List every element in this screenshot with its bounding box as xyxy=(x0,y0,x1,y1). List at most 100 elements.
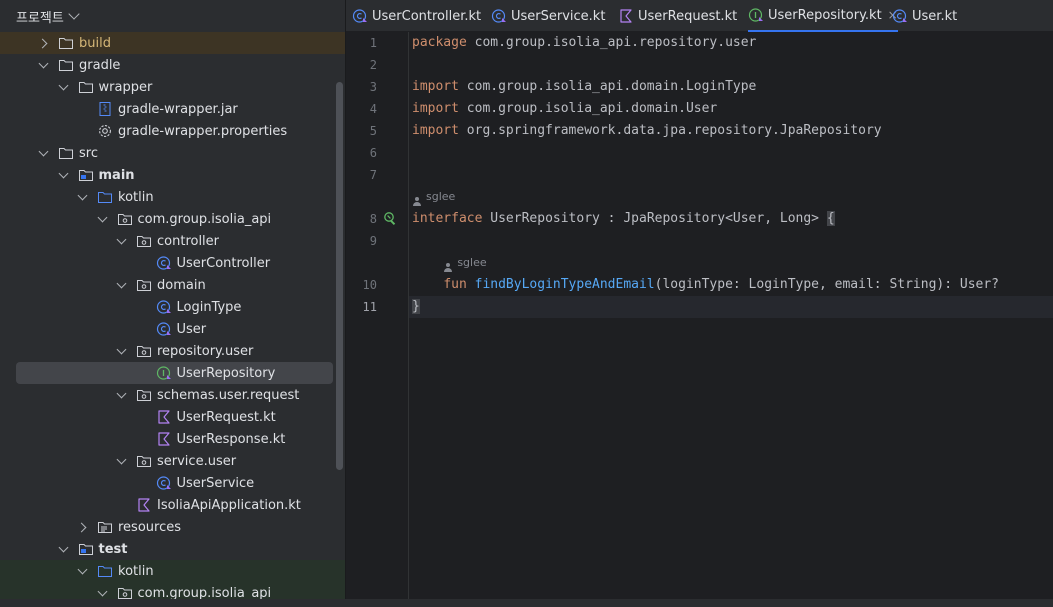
tree-item[interactable]: domain xyxy=(0,274,345,296)
kotlin-file-icon xyxy=(136,497,152,513)
tree-arrow-space xyxy=(116,494,128,516)
kotlin-file-icon xyxy=(156,409,172,425)
folder-icon xyxy=(58,145,74,161)
tree-item[interactable]: UserRequest.kt xyxy=(0,406,345,428)
tree-item[interactable]: service.user xyxy=(0,450,345,472)
tree-item[interactable]: gradle xyxy=(0,54,345,76)
code-text: com.group.isolia_api.domain.LoginType xyxy=(458,79,757,94)
tree-item[interactable]: src xyxy=(0,142,345,164)
package-icon xyxy=(136,453,152,469)
author-name: sglee xyxy=(426,190,456,203)
tree-item-label: UserService xyxy=(176,475,255,491)
chevron-down-icon[interactable] xyxy=(116,230,128,252)
code-text: org.springframework.data.jpa.repository.… xyxy=(458,123,882,138)
tree-item-label: UserResponse.kt xyxy=(176,431,286,447)
tab-usercontroller-kt[interactable]: UserController.kt xyxy=(352,0,481,32)
tree-arrow-space xyxy=(136,406,148,428)
chevron-down-icon[interactable] xyxy=(68,8,80,20)
tree-item[interactable]: kotlin xyxy=(0,560,345,582)
project-panel-title[interactable]: 프로젝트 xyxy=(16,7,64,26)
tree-item[interactable]: wrapper xyxy=(0,76,345,98)
tree-item[interactable]: com.group.isolia_api xyxy=(0,208,345,230)
kotlin-class-icon xyxy=(156,321,172,337)
chevron-down-icon[interactable] xyxy=(77,186,89,208)
code-line: import org.springframework.data.jpa.repo… xyxy=(412,120,882,142)
chevron-down-icon[interactable] xyxy=(38,142,50,164)
jar-file-icon xyxy=(97,101,113,117)
chevron-down-icon[interactable] xyxy=(58,538,70,560)
folder-icon xyxy=(78,79,94,95)
tree-arrow-space xyxy=(136,252,148,274)
chevron-down-icon[interactable] xyxy=(58,164,70,186)
tree-item[interactable]: UserRepository xyxy=(16,362,333,384)
tree-item[interactable]: User xyxy=(0,318,345,340)
chevron-down-icon[interactable] xyxy=(58,76,70,98)
code-function-name: findByLoginTypeAndEmail xyxy=(474,277,655,292)
tree-item[interactable]: gradle-wrapper.jar xyxy=(0,98,345,120)
tree-item-label: build xyxy=(79,35,111,51)
tree-item-label: UserRequest.kt xyxy=(176,409,276,425)
chevron-down-icon[interactable] xyxy=(116,340,128,362)
chevron-down-icon[interactable] xyxy=(116,384,128,406)
line-number: 6 xyxy=(369,146,377,160)
package-icon xyxy=(136,387,152,403)
chevron-down-icon[interactable] xyxy=(38,54,50,76)
chevron-down-icon[interactable] xyxy=(97,208,109,230)
tree-arrow-space xyxy=(136,472,148,494)
tree-item-label: gradle xyxy=(79,57,121,73)
line-number: 5 xyxy=(369,124,377,138)
editor-tab-bar: UserController.kt UserService.kt UserReque… xyxy=(346,0,1053,32)
line-number-gutter[interactable]: 1 2 3 4 5 6 7 8 9 10 11 xyxy=(346,32,409,607)
code-line: package com.group.isolia_api.repository.… xyxy=(412,32,756,54)
chevron-down-icon[interactable] xyxy=(116,274,128,296)
tree-arrow-space xyxy=(136,318,148,340)
kotlin-class-icon xyxy=(156,299,172,315)
tree-item[interactable]: kotlin xyxy=(0,186,345,208)
tree-item[interactable]: IsoliaApiApplication.kt xyxy=(0,494,345,516)
chevron-down-icon[interactable] xyxy=(77,560,89,582)
folder-icon xyxy=(58,57,74,73)
tree-item[interactable]: resources xyxy=(0,516,345,538)
package-icon xyxy=(136,343,152,359)
tree-item[interactable]: test xyxy=(0,538,345,560)
line-number: 11 xyxy=(362,300,377,314)
tab-user-kt[interactable]: User.kt xyxy=(892,0,957,32)
tree-item[interactable]: main xyxy=(0,164,345,186)
tab-userrepository-kt[interactable]: UserRepository.kt × xyxy=(748,0,898,32)
author-inlay-hint[interactable]: sglee xyxy=(443,252,487,274)
code-text: UserRepository : JpaRepository<User, Lon… xyxy=(482,211,827,226)
chevron-right-icon[interactable] xyxy=(38,32,50,54)
tree-item[interactable]: repository.user xyxy=(0,340,345,362)
tab-label: UserRepository.kt xyxy=(768,7,882,23)
tree-item-label: gradle-wrapper.jar xyxy=(118,101,238,117)
tree-item-label: LoginType xyxy=(176,299,242,315)
code-line: } xyxy=(412,296,420,318)
kotlin-interface-icon xyxy=(748,7,764,23)
chevron-right-icon[interactable] xyxy=(77,516,89,538)
kotlin-class-icon xyxy=(352,8,368,24)
tab-userrequest-kt[interactable]: UserRequest.kt xyxy=(618,0,737,32)
folder-icon xyxy=(58,35,74,51)
tree-item[interactable]: UserController xyxy=(0,252,345,274)
tree-item-label: kotlin xyxy=(118,563,154,579)
tree-item[interactable]: controller xyxy=(0,230,345,252)
author-inlay-hint[interactable]: sglee xyxy=(412,186,455,208)
tree-item[interactable]: LoginType xyxy=(0,296,345,318)
tree-item[interactable]: UserService xyxy=(0,472,345,494)
chevron-down-icon[interactable] xyxy=(116,450,128,472)
tree-arrow-space xyxy=(77,98,89,120)
project-scrollbar[interactable] xyxy=(336,82,343,470)
project-panel-header[interactable]: 프로젝트 xyxy=(0,0,345,32)
current-line-highlight xyxy=(346,296,1053,318)
kotlin-file-icon xyxy=(618,8,634,24)
tree-item[interactable]: build xyxy=(0,32,345,54)
tab-userservice-kt[interactable]: UserService.kt xyxy=(491,0,605,32)
tree-item-label: service.user xyxy=(157,453,237,469)
module-folder-icon xyxy=(78,167,94,183)
tree-item[interactable]: gradle-wrapper.properties xyxy=(0,120,345,142)
implemented-icon[interactable] xyxy=(383,211,399,227)
tree-item-label: gradle-wrapper.properties xyxy=(118,123,288,139)
editor-area: UserController.kt UserService.kt UserReque… xyxy=(345,0,1053,607)
tree-item[interactable]: schemas.user.request xyxy=(0,384,345,406)
tree-item[interactable]: UserResponse.kt xyxy=(0,428,345,450)
